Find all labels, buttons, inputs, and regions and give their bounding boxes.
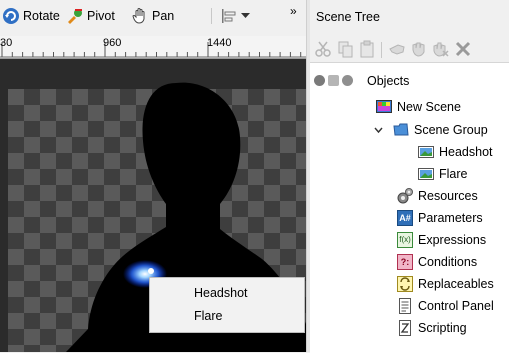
scene-viewport[interactable]: Headshot Flare [0, 59, 306, 352]
pointer-hand-icon[interactable] [388, 40, 406, 58]
conditions-icon: ?: [397, 254, 413, 270]
ruler-label: 1440 [207, 37, 232, 49]
scripting-icon [397, 320, 413, 336]
viewport-toolbar: Rotate Pivot Pan » [0, 0, 306, 36]
toolbar-divider [381, 42, 382, 58]
ruler-label: 960 [103, 37, 122, 49]
tree-item-label: Control Panel [418, 299, 494, 313]
tree-item-new-scene[interactable]: New Scene [376, 97, 461, 117]
scene-tree-header: Scene Tree [310, 0, 509, 34]
tree-item-label: Flare [439, 167, 468, 181]
tree-item-label: Headshot [439, 145, 493, 159]
scene-tree-toolbar [310, 34, 509, 62]
expressions-icon: f(x) [397, 232, 413, 248]
rotate-icon [3, 8, 19, 24]
panel-title: Scene Tree [316, 10, 380, 24]
tree-item-control-panel[interactable]: Control Panel [397, 296, 494, 316]
tree-root-objects: Objects [367, 71, 409, 91]
folder-icon [393, 122, 409, 138]
tree-item-label: Replaceables [418, 277, 494, 291]
context-menu-item-label: Headshot [194, 286, 248, 300]
context-menu: Headshot Flare [149, 277, 305, 333]
rotate-tool[interactable]: Rotate [2, 6, 60, 26]
hand-icon [132, 8, 145, 24]
flare-core [148, 268, 154, 274]
visibility-toggle-icon[interactable] [314, 75, 325, 86]
tree-item-parameters[interactable]: A# Parameters [397, 208, 483, 228]
tree-item-flare[interactable]: Flare [418, 164, 467, 184]
delete-icon[interactable] [454, 40, 472, 58]
toolbar-divider [211, 8, 212, 24]
tree-item-label: Parameters [418, 211, 483, 225]
lock-icon[interactable] [328, 75, 339, 86]
tree-item-label: New Scene [397, 100, 461, 114]
tree-item-expressions[interactable]: f(x) Expressions [397, 230, 486, 250]
pivot-tool[interactable]: Pivot [66, 6, 115, 26]
render-icon[interactable] [342, 75, 353, 86]
grab-hand-icon[interactable] [410, 40, 428, 58]
pan-label: Pan [152, 9, 175, 23]
image-layer-icon [418, 144, 434, 160]
paste-icon[interactable] [358, 40, 376, 58]
tree-column-icons [314, 75, 353, 86]
image-layer-icon [418, 166, 434, 182]
align-icon [222, 9, 236, 23]
replaceables-icon [397, 276, 413, 292]
copy-icon[interactable] [336, 40, 354, 58]
tree-root-label: Objects [367, 74, 410, 88]
ruler-ticks [0, 42, 306, 58]
tree-item-replaceables[interactable]: Replaceables [397, 274, 494, 294]
tree-item-label: Expressions [418, 233, 487, 247]
overflow-chevron-icon: » [290, 4, 297, 18]
cut-icon[interactable] [314, 40, 332, 58]
tree-item-resources[interactable]: Resources [397, 186, 478, 206]
tree-item-label: Conditions [418, 255, 478, 269]
parameters-icon: A# [397, 210, 413, 226]
pivot-icon [68, 9, 82, 24]
horizontal-ruler: 30 960 1440 [0, 36, 306, 59]
tree-item-scripting[interactable]: Scripting [397, 318, 467, 338]
context-menu-item-flare[interactable]: Flare [150, 305, 304, 327]
tree-item-label: Resources [418, 189, 478, 203]
tree-item-label: Scripting [418, 321, 467, 335]
pivot-label: Pivot [87, 9, 115, 23]
dropdown-arrow-icon [241, 13, 250, 18]
resources-icon [397, 188, 413, 204]
control-panel-icon [397, 298, 413, 314]
tree-item-label: Scene Group [414, 123, 488, 137]
tree-item-headshot[interactable]: Headshot [418, 142, 493, 162]
tree-item-conditions[interactable]: ?: Conditions [397, 252, 477, 272]
pan-tool[interactable]: Pan [131, 6, 174, 26]
align-dropdown[interactable] [220, 6, 250, 26]
tree-item-scene-group[interactable]: Scene Group [374, 120, 488, 140]
scene-icon [376, 99, 392, 115]
expand-chevron-icon[interactable] [374, 126, 383, 135]
remove-hand-icon[interactable] [432, 40, 450, 58]
ruler-label: 30 [0, 37, 13, 49]
scene-tree: Objects New Scene Scene Group Headshot F… [310, 62, 509, 353]
context-menu-item-headshot[interactable]: Headshot [150, 282, 304, 304]
rotate-label: Rotate [23, 9, 60, 23]
toolbar-overflow-button[interactable]: » [290, 1, 297, 21]
context-menu-item-label: Flare [194, 309, 223, 323]
